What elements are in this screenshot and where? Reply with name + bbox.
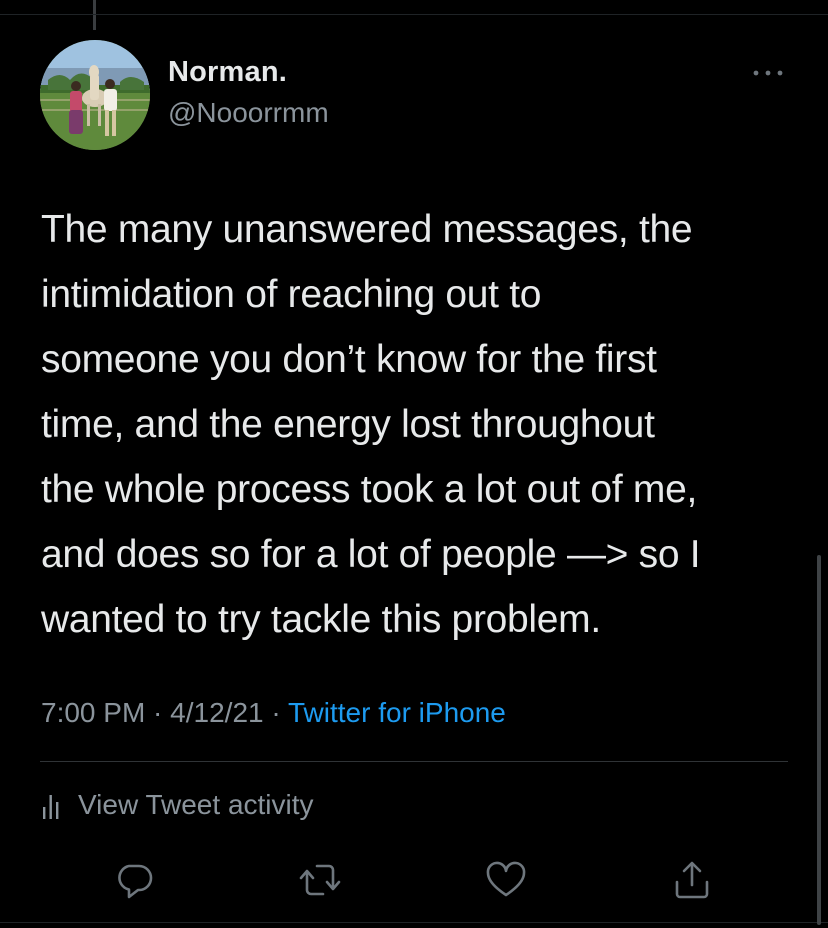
- retweet-icon: [299, 864, 341, 896]
- tweet-text: The many unanswered messages, the intimi…: [41, 208, 701, 641]
- like-button[interactable]: [484, 858, 528, 902]
- avatar[interactable]: [40, 40, 150, 150]
- view-tweet-activity-button[interactable]: View Tweet activity: [40, 785, 314, 825]
- tweet-date[interactable]: 4/12/21: [170, 697, 263, 728]
- top-divider: [0, 14, 828, 15]
- retweet-button[interactable]: [298, 858, 342, 902]
- thread-connector-line: [93, 0, 96, 30]
- view-tweet-activity-label: View Tweet activity: [78, 789, 314, 820]
- bottom-divider: [0, 922, 828, 923]
- tweet-meta: 7:00 PM · 4/12/21 · Twitter for iPhone: [41, 697, 506, 729]
- author-name[interactable]: Norman.: [168, 56, 287, 89]
- meta-separator: ·: [263, 697, 288, 728]
- analytics-icon: [43, 795, 59, 819]
- reply-button[interactable]: [112, 858, 156, 902]
- meta-separator: ·: [145, 697, 171, 728]
- scrollbar[interactable]: [817, 555, 821, 925]
- activity-divider: [40, 761, 788, 762]
- tweet-source-link[interactable]: Twitter for iPhone: [288, 697, 506, 728]
- avatar-photo: [40, 40, 150, 150]
- tweet-time[interactable]: 7:00 PM: [41, 697, 145, 728]
- share-button[interactable]: [670, 858, 714, 902]
- heart-icon: [486, 861, 526, 897]
- share-icon: [675, 861, 709, 899]
- author-handle[interactable]: @Nooorrmm: [168, 97, 329, 129]
- ellipsis-icon: [753, 70, 783, 76]
- reply-icon: [118, 864, 153, 899]
- more-options-button[interactable]: [748, 58, 788, 88]
